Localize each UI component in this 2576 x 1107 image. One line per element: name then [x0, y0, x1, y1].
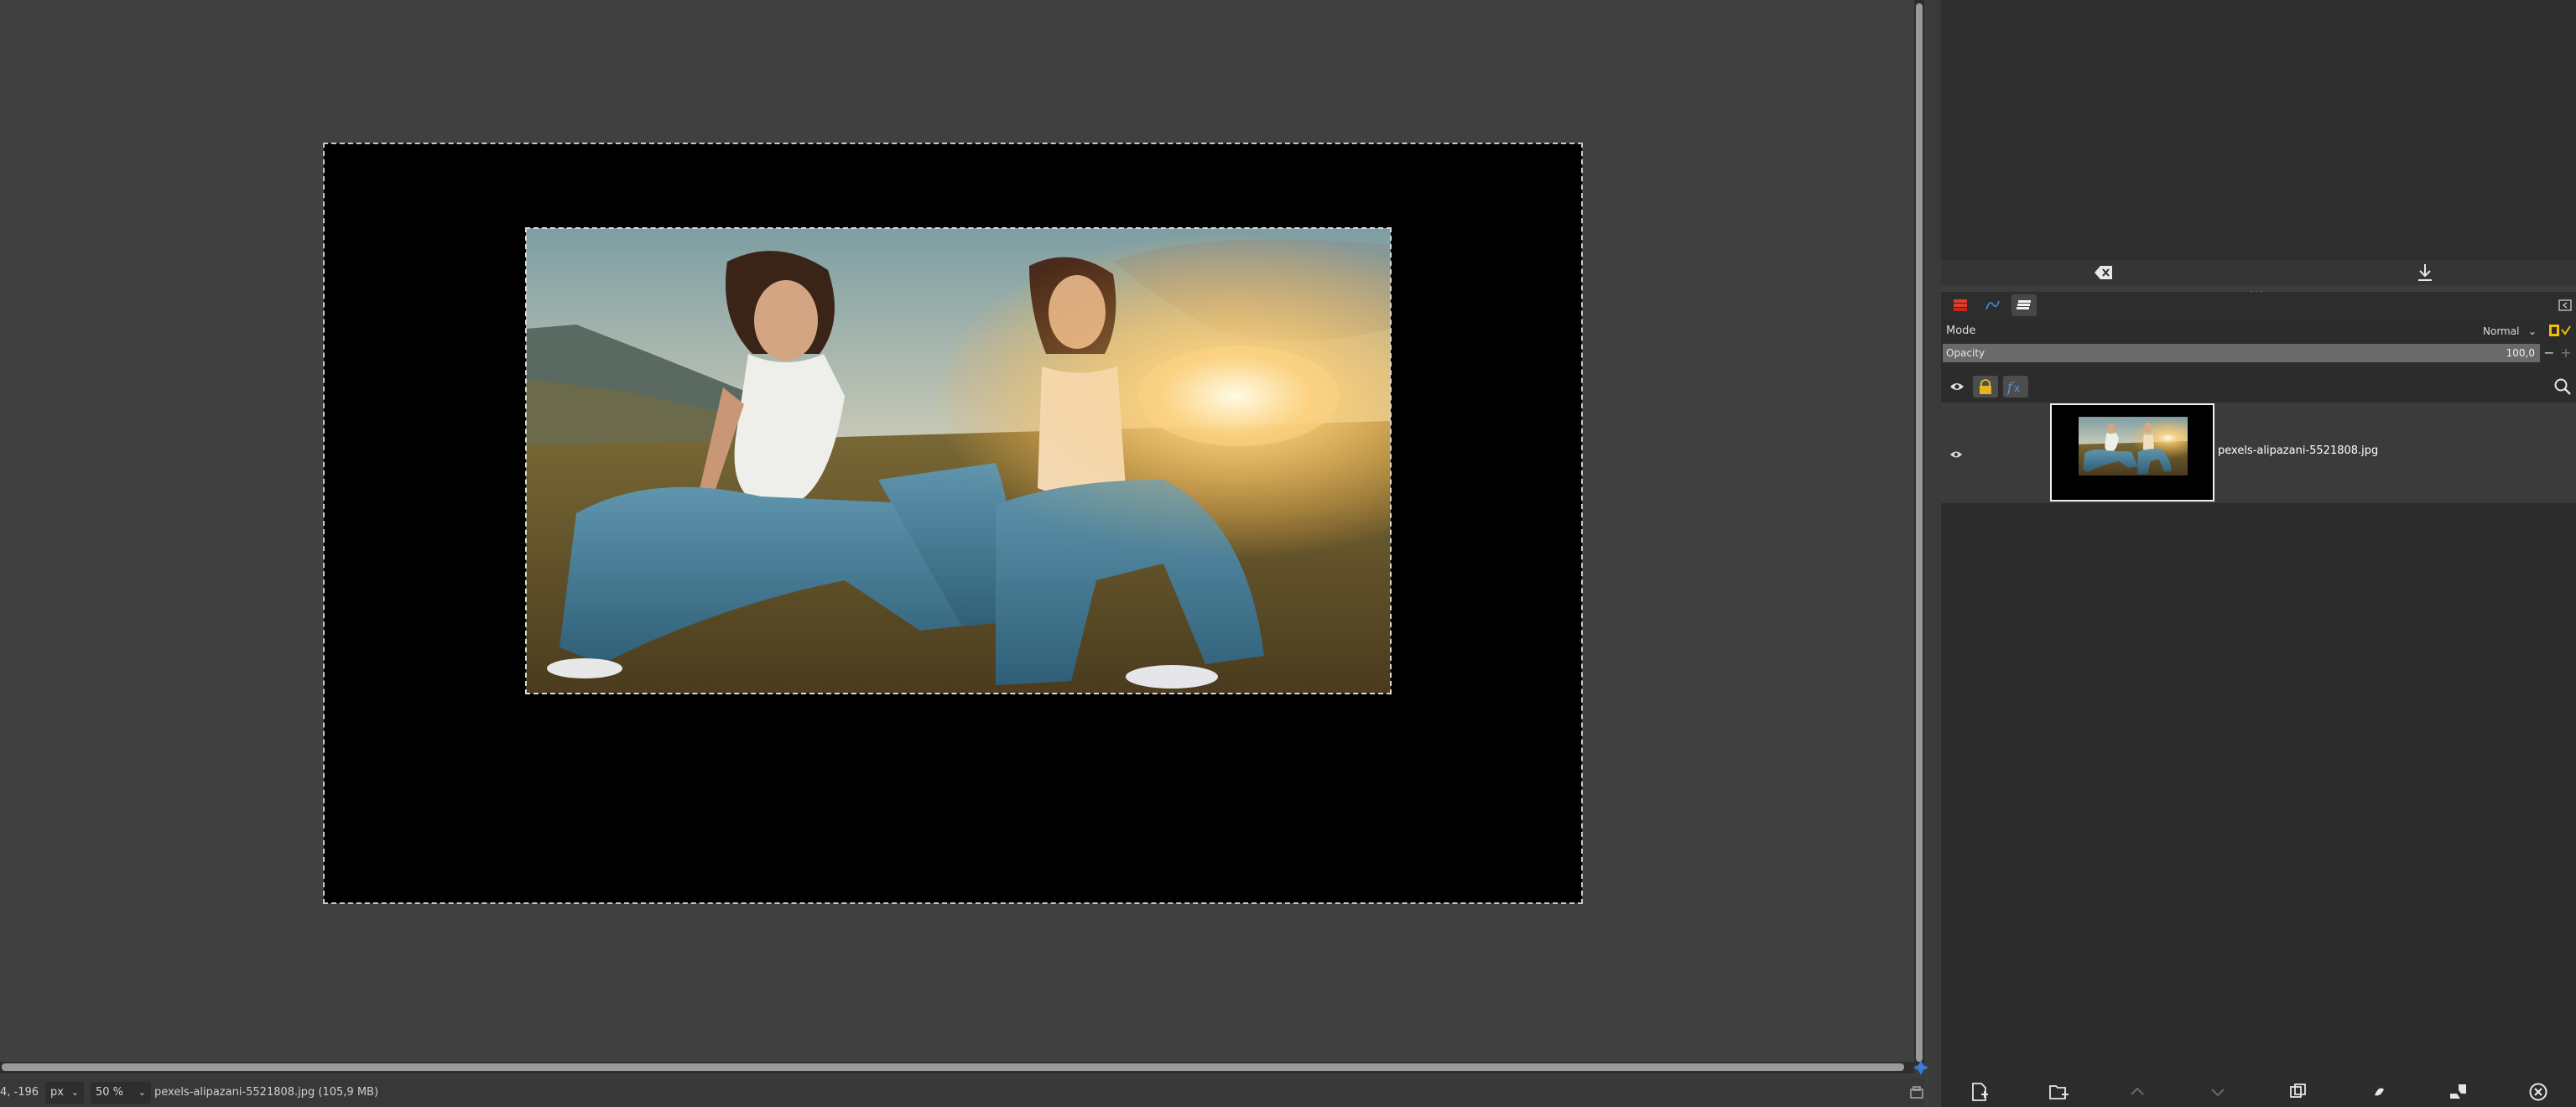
- eye-icon[interactable]: [1949, 447, 1963, 458]
- layer-row[interactable]: pexels-alipazani-5521808.jpg: [1941, 403, 2576, 503]
- mode-selector[interactable]: Normal ⌄: [2483, 322, 2542, 340]
- dock-menu-icon[interactable]: [2558, 299, 2572, 312]
- vertical-scroll-thumb[interactable]: [1916, 3, 1923, 1062]
- zoom-value: 50 %: [96, 1086, 124, 1099]
- opacity-value[interactable]: 100,0: [2506, 347, 2535, 359]
- dock-tab-bar: [1941, 292, 2576, 319]
- file-info: pexels-alipazani-5521808.jpg (105,9 MB): [154, 1086, 379, 1099]
- opacity-label: Opacity: [1946, 347, 1985, 359]
- layer-name[interactable]: pexels-alipazani-5521808.jpg: [2218, 444, 2378, 457]
- zoom-selector[interactable]: 50 % ⌄: [91, 1082, 151, 1104]
- opacity-increase-button[interactable]: +: [2558, 344, 2573, 362]
- chevron-down-icon: ⌄: [2528, 325, 2537, 337]
- anchor-layer-icon[interactable]: [2369, 1082, 2389, 1102]
- photo-two-women-sunset: [526, 228, 1391, 694]
- layer-photo[interactable]: [525, 227, 1392, 694]
- new-layer-icon[interactable]: [1970, 1082, 1990, 1102]
- duplicate-layer-icon[interactable]: [2288, 1082, 2308, 1102]
- opacity-fill: [1943, 344, 2540, 362]
- paths-tab-icon[interactable]: [1980, 294, 2005, 316]
- layers-tab-icon[interactable]: [1948, 294, 1973, 316]
- unit-selector[interactable]: px ⌄: [45, 1082, 84, 1104]
- download-icon[interactable]: [2416, 262, 2434, 283]
- layer-thumbnail-image: [2079, 417, 2188, 476]
- quick-mask-icon[interactable]: [1909, 1085, 1924, 1100]
- status-bar: 4, -196 px ⌄ 50 % ⌄ pexels-alipazani-552…: [0, 1078, 1924, 1107]
- eye-icon[interactable]: [1949, 380, 1965, 392]
- merge-layer-icon[interactable]: [2448, 1082, 2468, 1102]
- opacity-decrease-button[interactable]: −: [2542, 344, 2557, 362]
- svg-text:x: x: [2014, 382, 2020, 394]
- delete-layer-icon[interactable]: [2528, 1082, 2548, 1102]
- chevron-down-icon: ⌄: [138, 1087, 146, 1098]
- new-layer-group-icon[interactable]: [2048, 1082, 2069, 1102]
- chevron-down-icon: ⌄: [70, 1087, 79, 1098]
- dock-button-row: [1941, 260, 2576, 285]
- layers-bottom-toolbar: [1941, 1077, 2576, 1107]
- mode-label: Mode: [1946, 325, 1976, 337]
- raise-layer-icon: [2127, 1082, 2147, 1102]
- mode-row: Mode Normal ⌄: [1941, 322, 2576, 340]
- fx-icon[interactable]: fx: [2003, 376, 2028, 398]
- backspace-icon[interactable]: [2094, 263, 2114, 282]
- opacity-slider[interactable]: Opacity 100,0: [1943, 344, 2540, 362]
- dock-empty-area: [1941, 0, 2576, 260]
- unit-value: px: [50, 1086, 64, 1099]
- dock-separator[interactable]: [1929, 0, 1941, 1107]
- mode-value: Normal: [2483, 325, 2520, 337]
- search-icon[interactable]: [2553, 377, 2572, 396]
- navigate-icon[interactable]: [1912, 1059, 1929, 1076]
- layer-attributes-row: fx: [1941, 372, 2576, 401]
- lock-icon[interactable]: [1973, 376, 1998, 398]
- pointer-coordinates: 4, -196: [0, 1086, 39, 1099]
- lower-layer-icon: [2208, 1082, 2228, 1102]
- horizontal-scroll-thumb[interactable]: [2, 1063, 1904, 1071]
- dock-grip[interactable]: [2248, 283, 2265, 294]
- composite-mode-icon[interactable]: [2548, 324, 2572, 339]
- channels-tab-icon[interactable]: [2011, 294, 2037, 316]
- layer-thumbnail[interactable]: [2050, 403, 2214, 502]
